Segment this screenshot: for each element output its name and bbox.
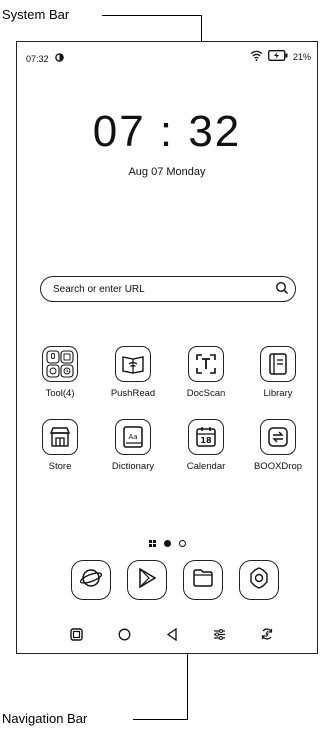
settings-icon <box>247 566 271 595</box>
search-icon[interactable] <box>275 281 289 300</box>
system-bar-callout: System Bar <box>2 7 70 22</box>
pushread-icon <box>115 346 151 382</box>
play-store-icon <box>135 566 159 595</box>
adjust-icon[interactable] <box>207 622 231 646</box>
clock-date: Aug 07 Monday <box>128 166 206 178</box>
status-time: 07:32 <box>26 53 49 64</box>
app-label: Store <box>48 461 72 472</box>
app-calendar[interactable]: 18 Calendar <box>175 419 237 472</box>
store-icon <box>42 419 78 455</box>
library-icon <box>260 346 296 382</box>
calendar-icon: 18 <box>188 419 224 455</box>
home-icon[interactable] <box>112 622 136 646</box>
page-indicator <box>17 534 317 552</box>
calendar-day: 18 <box>200 436 212 445</box>
dock-browser[interactable] <box>71 560 111 600</box>
app-pushread[interactable]: PushRead <box>102 346 164 399</box>
app-label: DocScan <box>186 388 226 399</box>
dock-files[interactable] <box>183 560 223 600</box>
dock-play-store[interactable] <box>127 560 167 600</box>
navigation-bar-callout: Navigation Bar <box>2 711 88 726</box>
app-tool-folder[interactable]: Tool(4) <box>29 346 91 399</box>
page-dot-inactive[interactable] <box>178 539 186 547</box>
navigation-bar-leader-h <box>133 719 188 721</box>
app-docscan[interactable]: DocScan <box>175 346 237 399</box>
clock-time[interactable]: 07 : 32 <box>17 107 317 157</box>
app-label: Library <box>263 388 293 399</box>
search-placeholder: Search or enter URL <box>53 284 145 295</box>
multitask-icon[interactable] <box>64 622 88 646</box>
tools-folder-icon <box>42 346 78 382</box>
sync-icon <box>54 53 64 64</box>
back-icon[interactable] <box>160 622 184 646</box>
device-screen: 07:32 21% 07 : 32 Aug 07 Monday Search o… <box>16 41 318 654</box>
app-library[interactable]: Library <box>247 346 309 399</box>
browser-icon <box>79 566 103 595</box>
navigation-bar <box>17 622 317 646</box>
system-bar-leader-h <box>102 15 202 17</box>
app-label: PushRead <box>110 388 156 399</box>
dictionary-icon: Aa <box>115 419 151 455</box>
svg-text:Aa: Aa <box>128 433 137 441</box>
app-booxdrop[interactable]: BOOXDrop <box>247 419 309 472</box>
refresh-icon[interactable] <box>255 622 279 646</box>
booxdrop-icon <box>260 419 296 455</box>
wifi-icon <box>250 50 263 63</box>
app-store[interactable]: Store <box>29 419 91 472</box>
app-label: BOOXDrop <box>253 461 303 472</box>
battery-charging-icon <box>268 50 288 63</box>
battery-percent: 21% <box>292 51 311 62</box>
app-label: Tool(4) <box>45 388 75 399</box>
app-dictionary[interactable]: Aa Dictionary <box>102 419 164 472</box>
dock-settings[interactable] <box>239 560 279 600</box>
docscan-icon <box>188 346 224 382</box>
system-bar: 07:32 21% <box>17 42 317 66</box>
files-icon <box>191 566 215 595</box>
app-label: Calendar <box>186 461 226 472</box>
page-dot-active[interactable] <box>163 539 171 547</box>
app-label: Dictionary <box>111 461 155 472</box>
search-bar[interactable]: Search or enter URL <box>40 276 296 302</box>
app-grid-icon[interactable] <box>148 534 156 552</box>
